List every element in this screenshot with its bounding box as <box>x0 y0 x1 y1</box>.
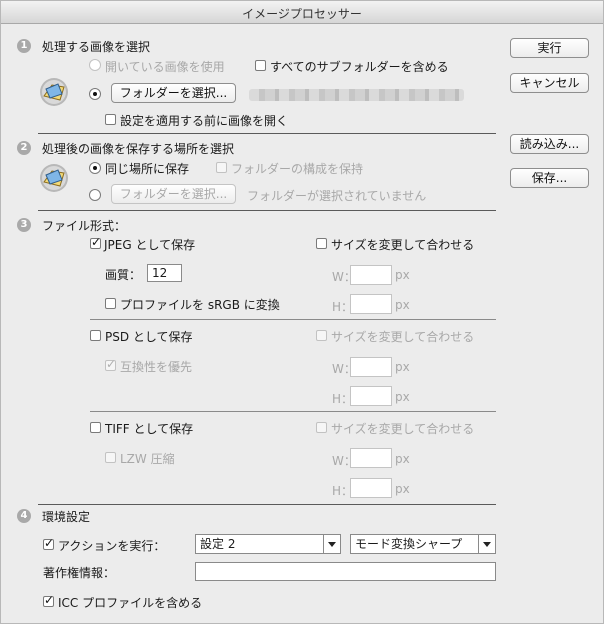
lzw-compression-label: LZW 圧縮 <box>120 452 175 466</box>
convert-srgb-label: プロファイルを sRGB に変換 <box>120 298 280 312</box>
action-set-value: 設定 2 <box>200 537 236 551</box>
tiff-height-unit: px <box>395 482 410 496</box>
select-folder-radio[interactable] <box>89 88 101 100</box>
include-icc-label: ICC プロファイルを含める <box>58 596 203 610</box>
action-name-dropdown[interactable]: モード変換シャープ <box>350 534 496 554</box>
open-first-image-checkbox[interactable] <box>105 114 116 125</box>
select-destination-radio[interactable] <box>89 189 101 201</box>
psd-resize-checkbox[interactable] <box>316 330 327 341</box>
section-divider <box>38 504 496 505</box>
image-processor-window: イメージプロセッサー 実行 キャンセル 読み込み... 保存... 1 処理する… <box>0 0 604 624</box>
lzw-compression-checkbox[interactable] <box>105 452 116 463</box>
jpeg-quality-label: 画質： <box>105 268 142 282</box>
save-as-psd-checkbox[interactable] <box>90 330 101 341</box>
jpeg-width-input[interactable] <box>350 265 392 285</box>
tiff-resize-label: サイズを変更して合わせる <box>331 422 475 436</box>
step-2-badge: 2 <box>17 141 31 155</box>
tiff-width-input[interactable] <box>350 448 392 468</box>
source-folder-path <box>249 89 464 101</box>
step-3-badge: 3 <box>17 218 31 232</box>
save-as-jpeg-label: JPEG として保存 <box>104 238 196 252</box>
bridge-app-icon <box>40 164 68 192</box>
select-destination-folder-button[interactable]: フォルダーを選択... <box>111 184 236 204</box>
check-icon: ✓ <box>44 536 55 550</box>
psd-resize-label: サイズを変更して合わせる <box>331 330 475 344</box>
jpeg-resize-checkbox[interactable] <box>316 238 327 249</box>
load-button[interactable]: 読み込み... <box>510 134 589 154</box>
check-icon: ✓ <box>106 357 117 371</box>
jpeg-height-input[interactable] <box>350 294 392 314</box>
no-folder-selected-label: フォルダーが選択されていません <box>247 189 427 203</box>
window-title: イメージプロセッサー <box>242 7 362 21</box>
copyright-input[interactable] <box>195 562 496 581</box>
psd-width-input[interactable] <box>350 357 392 377</box>
title-bar: イメージプロセッサー <box>1 1 603 24</box>
tiff-height-input[interactable] <box>350 478 392 498</box>
select-source-folder-button[interactable]: フォルダーを選択... <box>111 83 236 103</box>
open-first-image-label: 設定を適用する前に画像を開く <box>120 114 289 128</box>
tiff-width-unit: px <box>395 452 410 466</box>
use-open-images-radio[interactable] <box>89 59 101 71</box>
run-action-label: アクションを実行： <box>58 539 166 553</box>
keep-folder-structure-label: フォルダーの構成を保持 <box>231 162 364 176</box>
save-settings-button[interactable]: 保存... <box>510 168 589 188</box>
use-open-images-label: 開いている画像を使用 <box>105 60 225 74</box>
same-location-label: 同じ場所に保存 <box>105 162 190 176</box>
convert-srgb-checkbox[interactable] <box>105 298 116 309</box>
check-icon: ✓ <box>91 235 102 249</box>
action-name-value: モード変換シャープ <box>355 537 463 551</box>
psd-height-unit: px <box>395 390 410 404</box>
section1-heading: 処理する画像を選択 <box>42 40 151 54</box>
jpeg-height-unit: px <box>395 298 410 312</box>
keep-folder-structure-checkbox[interactable] <box>216 162 227 173</box>
run-button[interactable]: 実行 <box>510 38 589 58</box>
maximize-compat-label: 互換性を優先 <box>120 360 193 374</box>
section4-heading: 環境設定 <box>42 510 91 524</box>
psd-height-input[interactable] <box>350 386 392 406</box>
maximize-compat-checkbox[interactable]: ✓ <box>105 357 117 371</box>
bridge-app-icon <box>40 78 68 106</box>
include-icc-checkbox[interactable]: ✓ <box>43 593 55 607</box>
save-as-tiff-checkbox[interactable] <box>90 422 101 433</box>
include-subfolders-label: すべてのサブフォルダーを含める <box>270 60 449 74</box>
section3-heading: ファイル形式： <box>42 219 127 233</box>
chevron-down-icon <box>323 535 340 553</box>
format-divider <box>90 319 496 320</box>
save-as-jpeg-checkbox[interactable]: ✓ <box>90 235 102 249</box>
section-divider <box>38 210 496 211</box>
step-4-badge: 4 <box>17 509 31 523</box>
section-divider <box>38 133 496 134</box>
save-as-tiff-label: TIFF として保存 <box>105 422 194 436</box>
save-as-psd-label: PSD として保存 <box>105 330 193 344</box>
psd-width-unit: px <box>395 360 410 374</box>
jpeg-resize-label: サイズを変更して合わせる <box>331 238 475 252</box>
chevron-down-icon <box>478 535 495 553</box>
run-action-checkbox[interactable]: ✓ <box>43 536 55 550</box>
jpeg-quality-input[interactable]: 12 <box>147 264 182 282</box>
jpeg-width-unit: px <box>395 268 410 282</box>
format-divider <box>90 411 496 412</box>
check-icon: ✓ <box>44 593 55 607</box>
tiff-resize-checkbox[interactable] <box>316 422 327 433</box>
step-1-badge: 1 <box>17 39 31 53</box>
include-subfolders-checkbox[interactable] <box>255 60 266 71</box>
copyright-label: 著作権情報： <box>43 566 116 580</box>
same-location-radio[interactable] <box>89 162 101 174</box>
action-set-dropdown[interactable]: 設定 2 <box>195 534 341 554</box>
cancel-button[interactable]: キャンセル <box>510 73 589 93</box>
section2-heading: 処理後の画像を保存する場所を選択 <box>42 142 235 156</box>
